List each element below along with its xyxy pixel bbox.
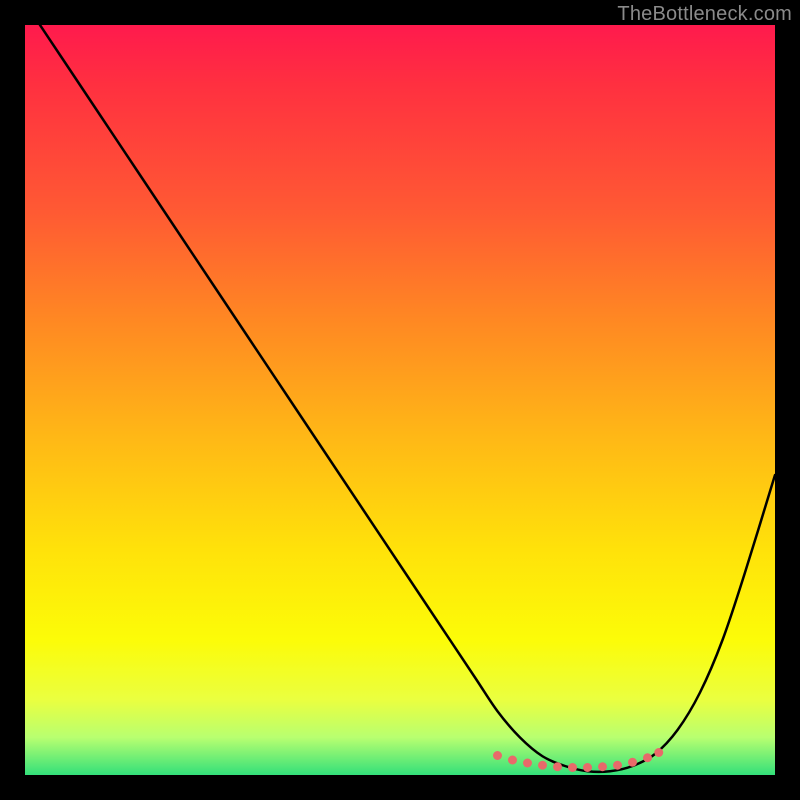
watermark-text: TheBottleneck.com xyxy=(617,3,792,26)
highlight-dot xyxy=(628,758,637,767)
highlight-dot xyxy=(493,751,502,760)
highlight-dot xyxy=(508,756,517,765)
highlight-dot xyxy=(613,761,622,770)
highlight-dot xyxy=(654,748,663,757)
curve-overlay xyxy=(25,25,775,775)
highlight-dot xyxy=(523,759,532,768)
highlight-dot xyxy=(568,763,577,772)
highlight-dot xyxy=(598,762,607,771)
highlight-dot xyxy=(538,761,547,770)
highlight-dot xyxy=(583,763,592,772)
highlight-dot xyxy=(553,762,562,771)
chart-frame xyxy=(25,25,775,775)
bottleneck-curve xyxy=(25,25,775,772)
highlight-dot xyxy=(643,753,652,762)
